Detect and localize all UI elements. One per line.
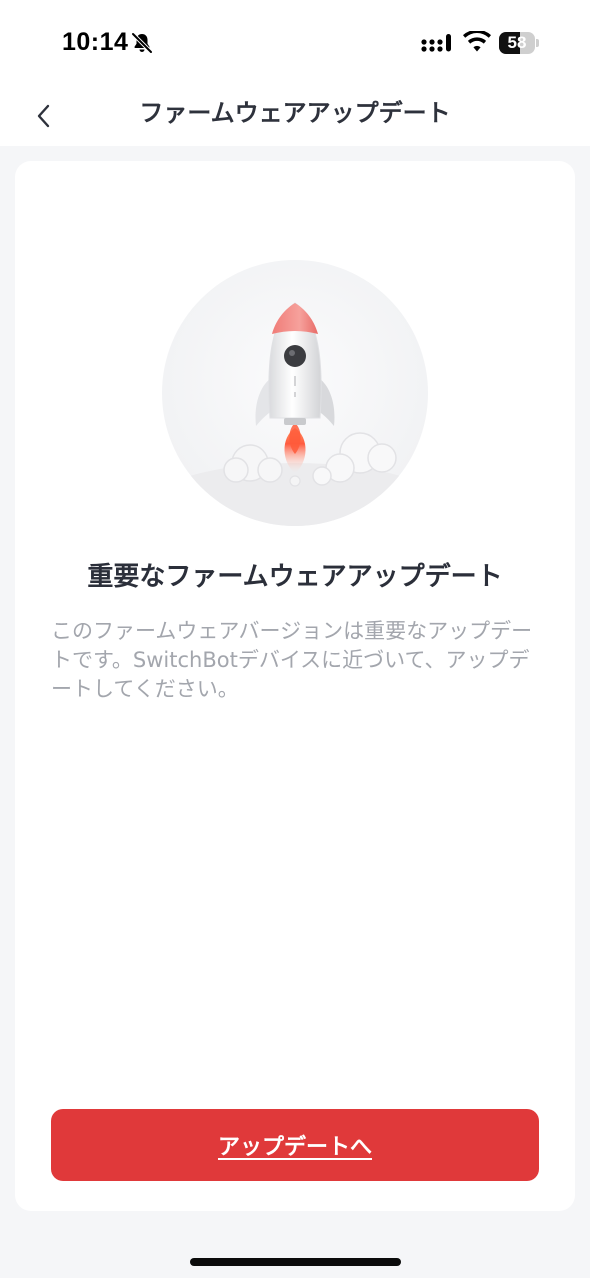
signal-icon (421, 34, 451, 52)
battery-level: 58 (507, 33, 527, 52)
rocket-launch-icon (162, 260, 428, 526)
page-title: ファームウェアアップデート (139, 99, 451, 127)
status-time: 10:14 (62, 28, 129, 56)
card-description: このファームウェアバージョンは重要なアップデートです。SwitchBotデバイス… (51, 619, 533, 701)
bell-muted-icon (131, 32, 153, 54)
wifi-icon (463, 31, 491, 52)
nav-bar: ファームウェアアップデート (0, 88, 590, 146)
firmware-update-card: 重要なファームウェアアップデート このファームウェアバージョンは重要なアップデー… (15, 161, 575, 1211)
update-button-label: アップデートへ (217, 1135, 372, 1160)
go-to-update-button[interactable]: アップデートへ (51, 1109, 539, 1181)
status-bar: 10:14 58 (0, 0, 590, 88)
battery-icon: 58 (499, 32, 539, 54)
card-heading: 重要なファームウェアアップデート (87, 562, 503, 592)
home-indicator (190, 1258, 401, 1266)
